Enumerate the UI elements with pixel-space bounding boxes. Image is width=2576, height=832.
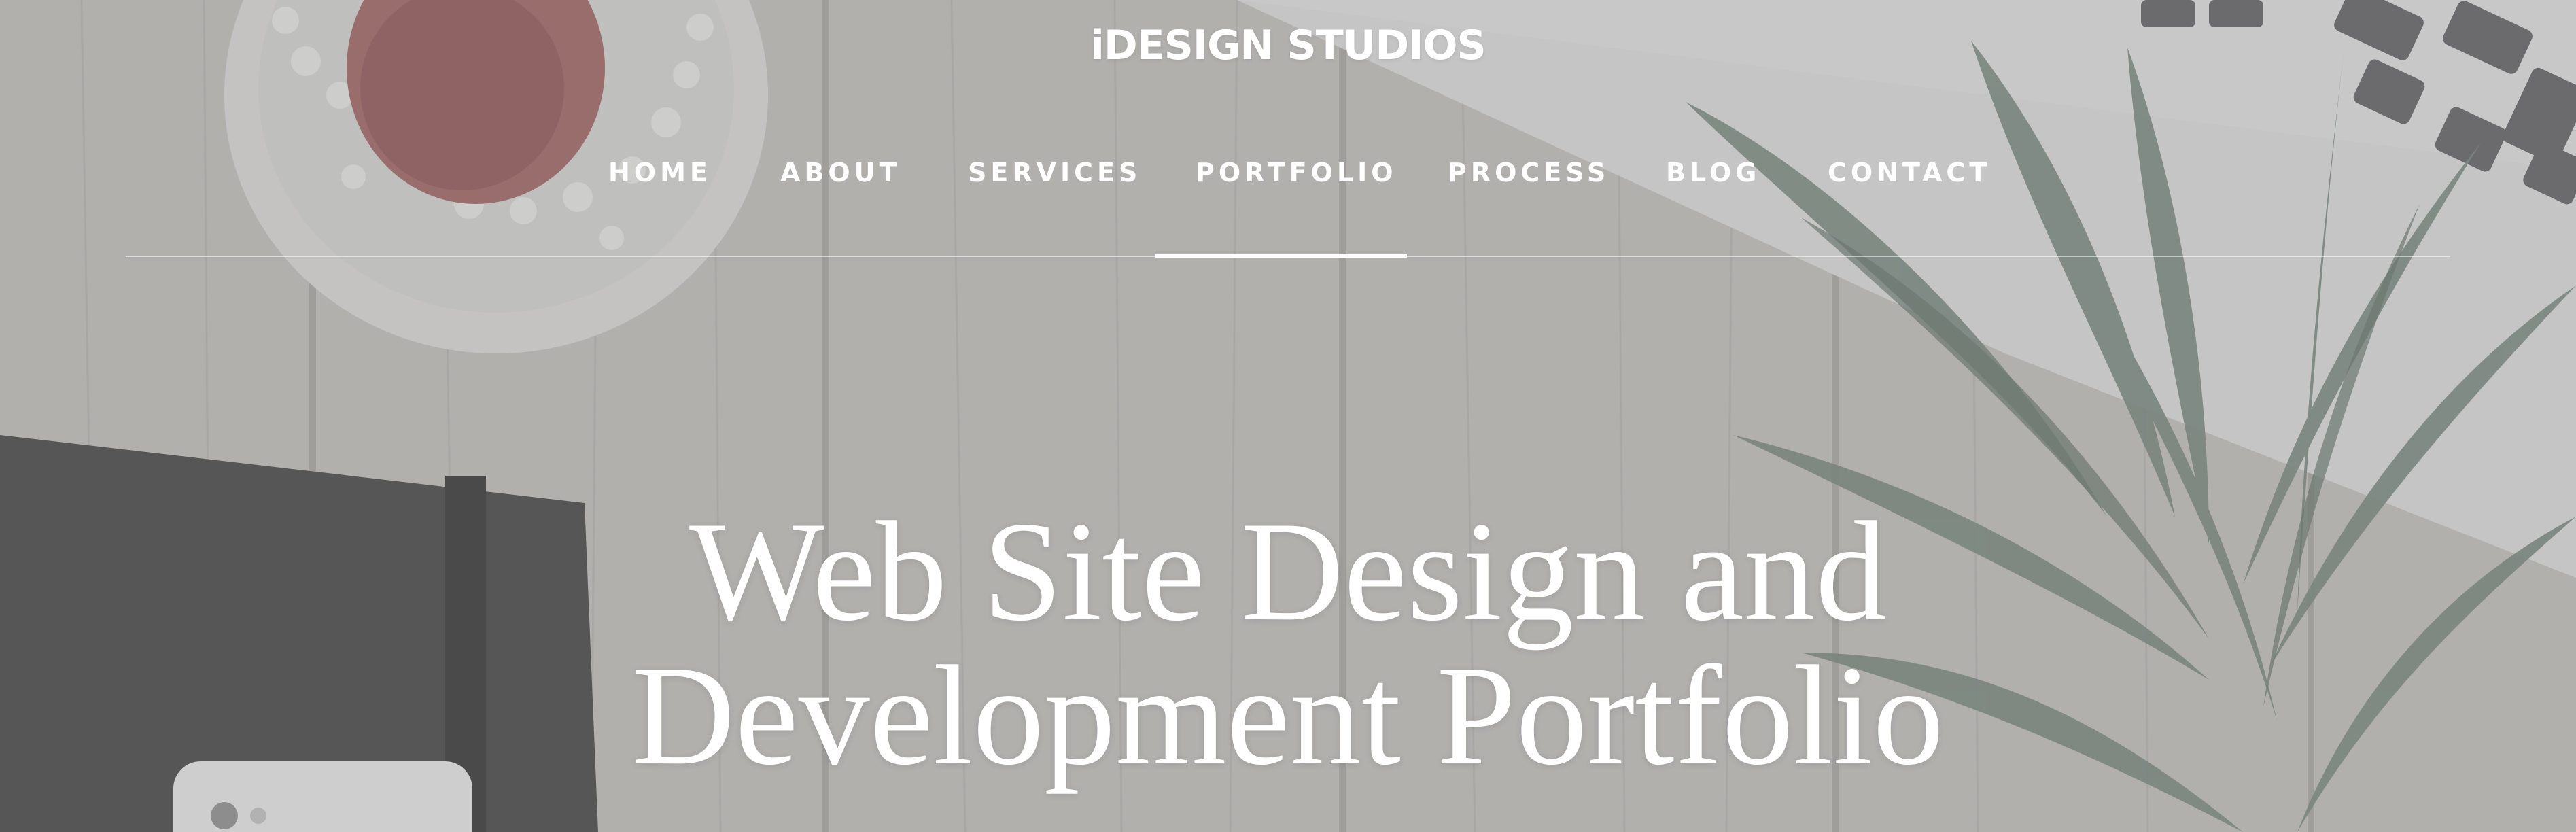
hero-section: iDESIGN STUDIOS HOME ABOUT SERVICES PORT… [0,0,2576,832]
nav-item-blog[interactable]: BLOG [1666,158,1760,188]
nav-item-portfolio[interactable]: PORTFOLIO [1196,158,1397,188]
main-navigation: HOME ABOUT SERVICES PORTFOLIO PROCESS BL… [0,158,2576,198]
nav-item-about[interactable]: ABOUT [780,158,901,188]
nav-item-contact[interactable]: CONTACT [1828,158,1991,188]
nav-active-indicator [1155,254,1407,258]
nav-item-home[interactable]: HOME [608,158,712,188]
hero-headline: Web Site Design and Development Portfoli… [0,500,2576,788]
site-logo[interactable]: iDESIGN STUDIOS [0,22,2576,69]
hero-headline-line-2: Development Portfolio [631,637,1945,795]
hero-headline-line-1: Web Site Design and [689,493,1887,651]
nav-item-services[interactable]: SERVICES [968,158,1141,188]
nav-item-process[interactable]: PROCESS [1448,158,1609,188]
